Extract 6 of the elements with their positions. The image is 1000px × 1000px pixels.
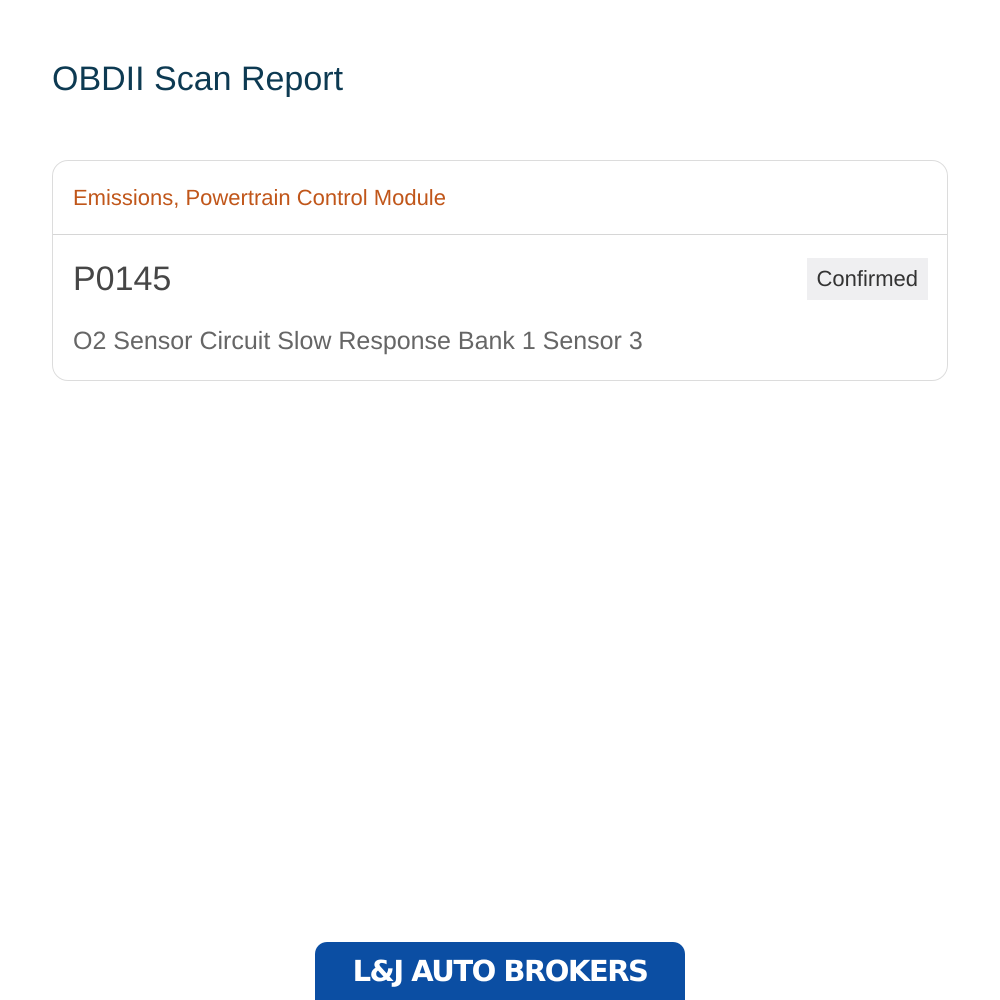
module-name: Emissions, Powertrain Control Module — [73, 184, 446, 210]
trouble-code: P0145 — [73, 259, 172, 300]
page-title: OBDII Scan Report — [52, 59, 344, 100]
logo-text: L&J AUTO BROKERS — [352, 954, 648, 988]
status-badge: Confirmed — [806, 258, 928, 300]
code-description: O2 Sensor Circuit Slow Response Bank 1 Sensor 3 — [73, 326, 644, 356]
